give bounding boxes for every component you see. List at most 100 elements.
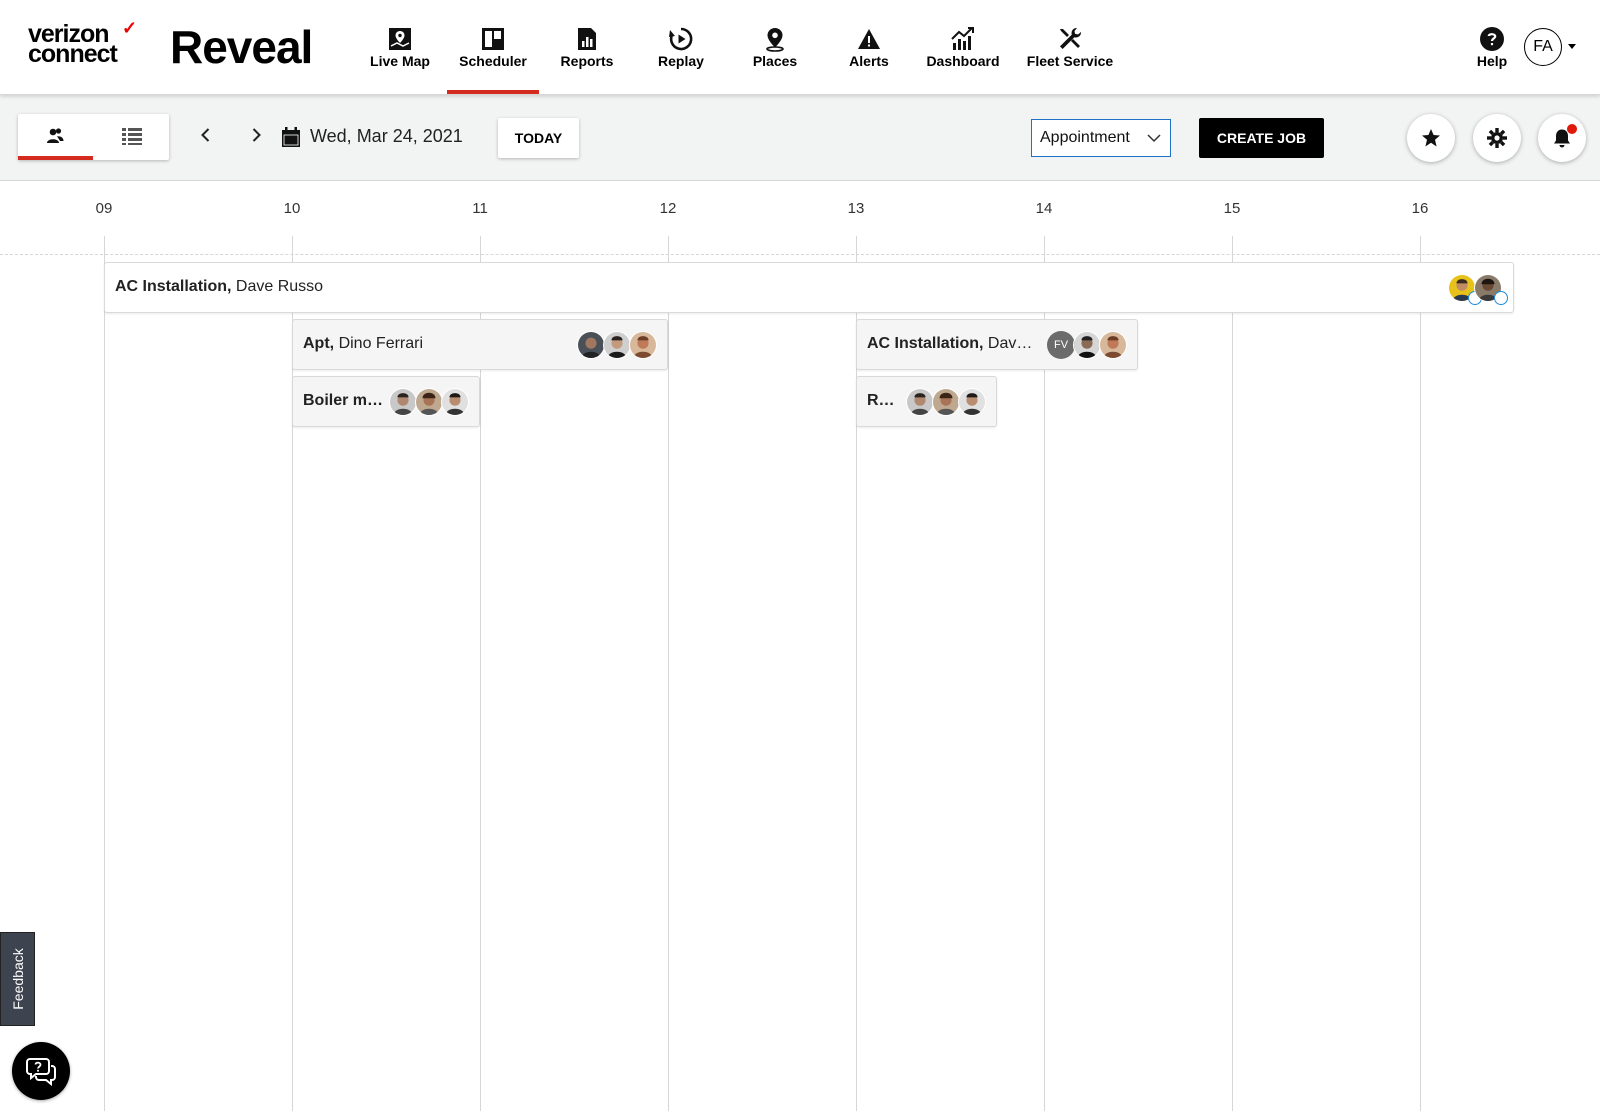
reports-icon [578, 28, 596, 50]
nav-label: Fleet Service [1026, 53, 1114, 69]
technician-avatar [1099, 331, 1127, 359]
technician-avatar [932, 388, 960, 416]
help-label: Help [1476, 53, 1508, 69]
hour-label: 15 [1223, 200, 1241, 217]
nav-replay[interactable]: Replay [635, 0, 727, 94]
job-card[interactable]: AC Installation, Dave Russo [104, 262, 1514, 313]
users-icon [47, 128, 64, 143]
previous-day-button[interactable] [194, 123, 218, 147]
nav-label: Alerts [849, 53, 889, 69]
job-customer: Dino Ferrari [338, 335, 424, 352]
favorites-button[interactable] [1407, 114, 1455, 162]
nav-label: Replay [658, 53, 704, 69]
checkmark-icon [1494, 291, 1508, 305]
chevron-down-icon[interactable] [1568, 44, 1576, 49]
notification-badge [1567, 124, 1577, 134]
job-type-value: Appointment [1040, 129, 1130, 146]
notifications-button[interactable] [1538, 114, 1586, 162]
star-icon [1422, 129, 1440, 147]
alert-icon [858, 29, 880, 49]
view-toggle [18, 114, 169, 160]
settings-button[interactable] [1473, 114, 1521, 162]
chevron-right-icon [252, 128, 261, 142]
nav-places[interactable]: Places [729, 0, 821, 94]
chevron-down-icon [1147, 134, 1161, 143]
hour-label: 12 [659, 200, 677, 217]
nav-fleet-service[interactable]: Fleet Service [1022, 0, 1118, 94]
dashboard-icon [951, 27, 974, 50]
map-icon [389, 28, 411, 50]
scheduler-toolbar [0, 95, 1600, 181]
nav-label: Places [752, 53, 798, 69]
technician-avatar [958, 388, 986, 416]
gear-icon [1487, 128, 1507, 148]
create-job-button[interactable]: CREATE JOB [1199, 118, 1324, 158]
nav-live-map[interactable]: Live Map [354, 0, 446, 94]
job-title: Apt, [303, 335, 335, 352]
job-title: Boiler m… [303, 392, 384, 409]
technician-avatar [1073, 331, 1101, 359]
technician-avatar [603, 331, 631, 359]
wrench-icon [1060, 27, 1082, 49]
nav-alerts[interactable]: Alerts [823, 0, 915, 94]
feedback-tab[interactable]: Feedback [0, 932, 35, 1026]
nav-label: Reports [560, 53, 614, 69]
job-card[interactable]: R… [856, 376, 997, 427]
hour-gridline [668, 236, 669, 1111]
hour-gridline [104, 236, 105, 1111]
feedback-label: Feedback [9, 948, 26, 1010]
chat-support-button[interactable] [12, 1042, 70, 1100]
timeline-divider [0, 254, 1600, 255]
nav-reports[interactable]: Reports [541, 0, 633, 94]
chat-help-icon [26, 1058, 56, 1086]
technician-avatar [415, 388, 443, 416]
calendar-icon[interactable] [282, 127, 300, 147]
hour-label: 16 [1411, 200, 1429, 217]
nav-label: Live Map [370, 53, 430, 69]
job-card[interactable]: Apt, Dino Ferrari [292, 319, 668, 370]
job-label: R… [867, 392, 907, 410]
job-card[interactable]: AC Installation, Dav… FV [856, 319, 1138, 370]
hour-gridline [1232, 236, 1233, 1111]
job-label: AC Installation, Dave Russo [115, 278, 323, 296]
job-customer: Dave Russo [235, 278, 324, 295]
technician-avatar [906, 388, 934, 416]
list-icon [122, 128, 142, 145]
scheduler-timeline: 09 10 11 12 13 14 15 16 AC Installation,… [0, 182, 1600, 1111]
hour-label: 11 [472, 200, 488, 217]
job-title: AC Installation, [867, 335, 984, 352]
job-type-select[interactable]: Appointment [1031, 119, 1171, 157]
nav-label: Scheduler [459, 53, 527, 69]
places-icon [766, 28, 784, 52]
nav-label: Dashboard [926, 53, 1000, 69]
hour-label: 10 [283, 200, 301, 217]
job-label: Apt, Dino Ferrari [303, 335, 423, 353]
job-title: R… [867, 392, 895, 409]
top-navigation-bar: verizon ✓ connect Reveal Live Map Schedu… [0, 0, 1600, 95]
job-customer: Dav… [987, 335, 1033, 352]
technician-avatar [389, 388, 417, 416]
today-button[interactable]: TODAY [498, 118, 579, 158]
help-button[interactable]: Help [1470, 0, 1514, 94]
technician-initials: FV [1047, 331, 1075, 359]
technician-avatar [577, 331, 605, 359]
nav-dashboard[interactable]: Dashboard [917, 0, 1009, 94]
job-label: Boiler m… [303, 392, 391, 410]
technician-avatar [441, 388, 469, 416]
nav-scheduler[interactable]: Scheduler [447, 0, 539, 94]
technician-avatar [629, 331, 657, 359]
hour-label: 13 [847, 200, 865, 217]
user-avatar[interactable]: FA [1524, 28, 1562, 66]
list-view-button[interactable] [94, 114, 169, 160]
next-day-button[interactable] [244, 123, 268, 147]
job-label: AC Installation, Dav… [867, 335, 1049, 353]
verizon-connect-logo[interactable]: verizon ✓ connect [28, 18, 140, 68]
help-icon [1480, 27, 1504, 51]
product-name: Reveal [170, 21, 313, 73]
current-date[interactable]: Wed, Mar 24, 2021 [310, 126, 463, 147]
resource-view-button[interactable] [18, 114, 93, 160]
replay-icon [669, 27, 693, 51]
hour-label: 09 [95, 200, 113, 217]
job-card[interactable]: Boiler m… [292, 376, 480, 427]
logo-line-2: connect [28, 40, 118, 68]
